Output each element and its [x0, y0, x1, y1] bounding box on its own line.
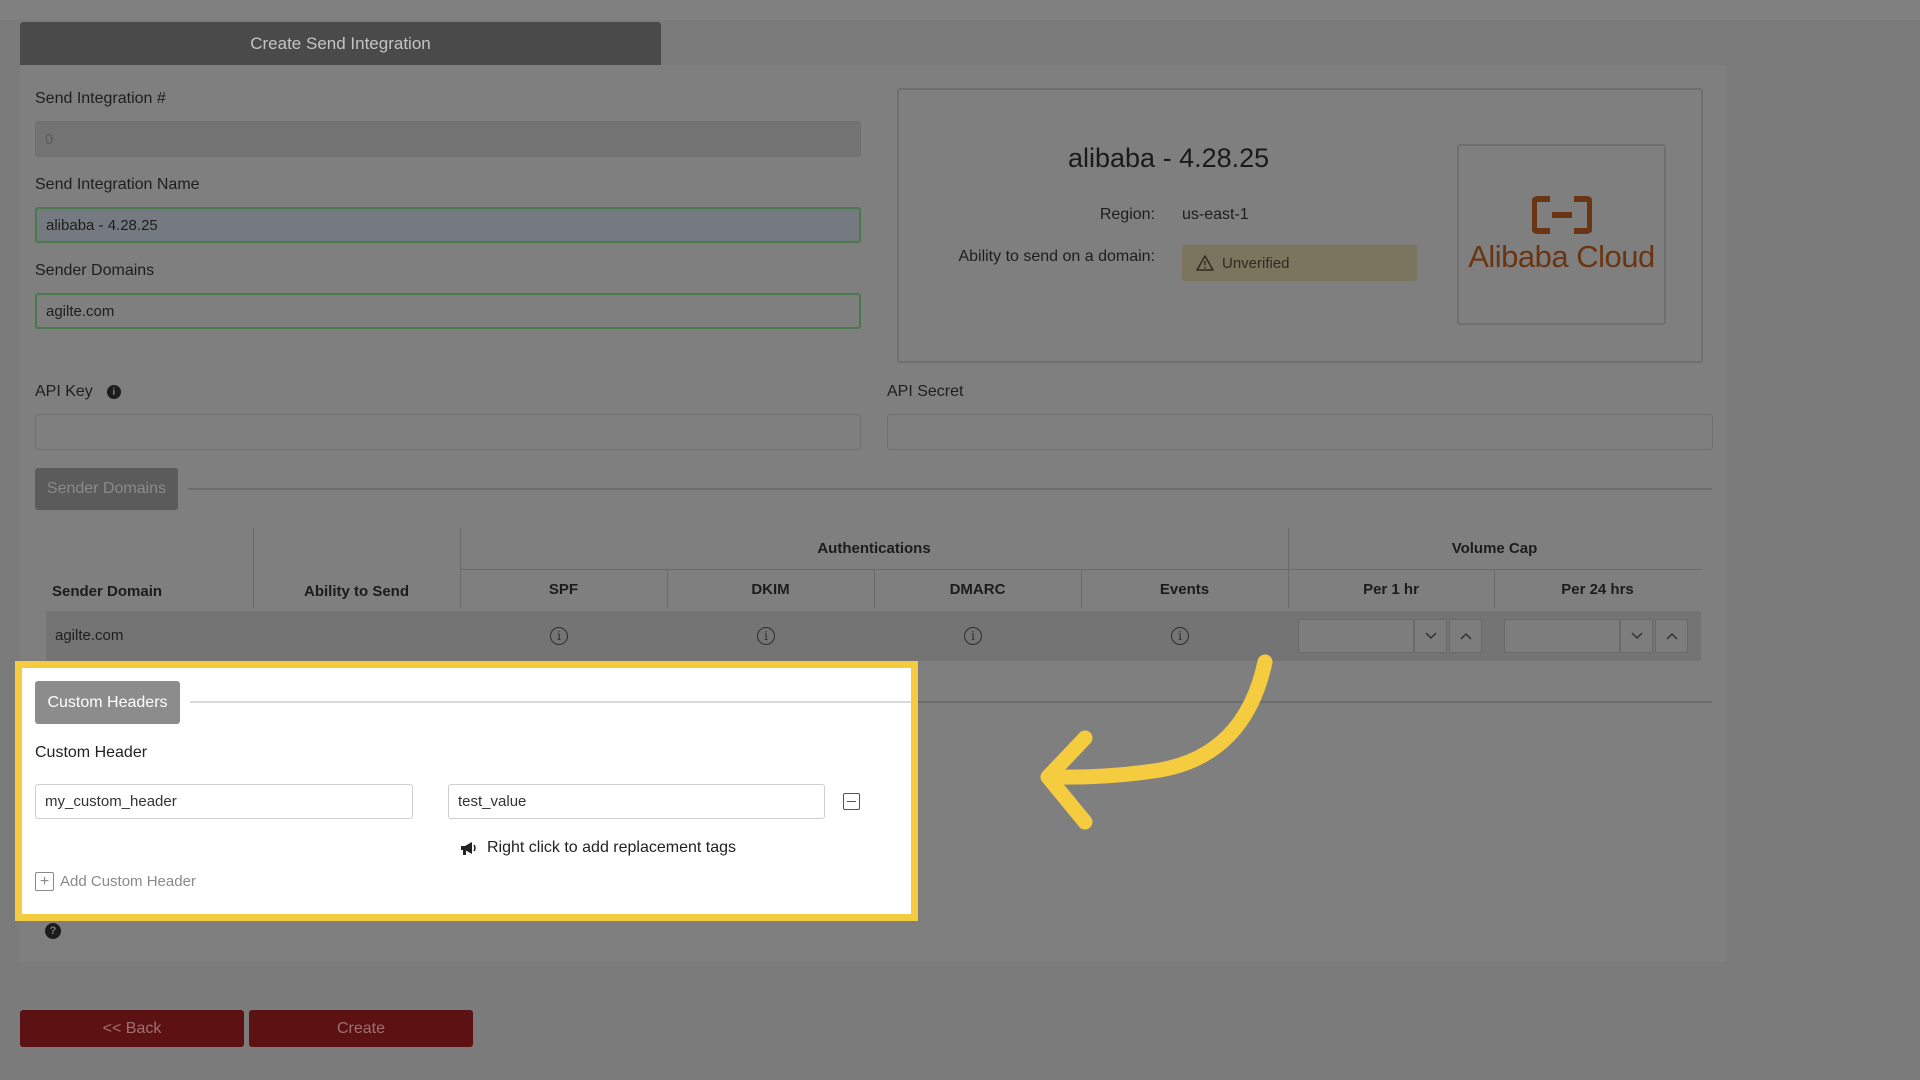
- custom-headers-section-button[interactable]: Custom Headers: [35, 681, 180, 724]
- col-dmarc: DMARC: [949, 581, 1006, 598]
- per-24-hrs-input[interactable]: [1504, 619, 1620, 653]
- chevron-down-icon[interactable]: [1620, 619, 1653, 653]
- integration-number-label: Send Integration #: [35, 90, 166, 107]
- table-divider: [460, 569, 1701, 570]
- dkim-info-icon[interactable]: i: [757, 627, 775, 645]
- api-key-label: API Key: [35, 383, 93, 400]
- col-sender-domain: Sender Domain: [52, 583, 163, 600]
- col-per-1-hr: Per 1 hr: [1363, 581, 1419, 598]
- alibaba-cloud-logo-icon: [1531, 195, 1592, 234]
- spf-info-icon[interactable]: i: [550, 627, 568, 645]
- sender-domains-section-button[interactable]: Sender Domains: [35, 468, 178, 510]
- integration-number-field: 0: [35, 121, 861, 157]
- api-key-label-wrap: API Key i: [35, 383, 121, 401]
- replacement-tags-hint: Right click to add replacement tags: [459, 839, 736, 857]
- provider-logo: Alibaba Cloud: [1457, 144, 1666, 325]
- back-button[interactable]: << Back: [20, 1010, 244, 1047]
- create-button[interactable]: Create: [249, 1010, 473, 1047]
- col-spf: SPF: [548, 581, 579, 598]
- col-events: Events: [1159, 581, 1210, 598]
- chevron-up-icon[interactable]: [1449, 619, 1482, 653]
- tab-create-send-integration[interactable]: Create Send Integration: [20, 22, 661, 65]
- dmarc-info-icon[interactable]: i: [964, 627, 982, 645]
- api-key-input[interactable]: [35, 414, 861, 450]
- ability-label: Ability to send on a domain:: [958, 248, 1155, 265]
- custom-headers-divider: [190, 701, 911, 703]
- warning-icon: [1196, 255, 1214, 271]
- status-badge: Unverified: [1182, 245, 1417, 281]
- col-dkim: DKIM: [751, 581, 790, 598]
- hint-text: Right click to add replacement tags: [487, 839, 737, 856]
- custom-header-value-input[interactable]: test_value: [448, 784, 825, 819]
- custom-header-name-input[interactable]: my_custom_header: [35, 784, 413, 819]
- arrow-annotation-icon: [1040, 654, 1273, 830]
- region-value: us-east-1: [1182, 206, 1249, 223]
- minus-icon: [847, 800, 856, 803]
- megaphone-icon: [461, 842, 476, 855]
- group-authentications: Authentications: [817, 540, 931, 557]
- events-info-icon[interactable]: i: [1171, 627, 1189, 645]
- row-domain: agilte.com: [55, 627, 124, 644]
- chevron-up-icon[interactable]: [1655, 619, 1688, 653]
- per-1-hr-input[interactable]: [1298, 619, 1414, 653]
- integration-name-input[interactable]: alibaba - 4.28.25: [35, 207, 861, 243]
- add-custom-header-label: Add Custom Header: [60, 873, 196, 890]
- info-icon[interactable]: i: [106, 385, 121, 399]
- sender-domains-input[interactable]: agilte.com: [35, 293, 861, 329]
- chevron-down-icon[interactable]: [1414, 619, 1447, 653]
- integration-name-label: Send Integration Name: [35, 176, 200, 193]
- card-title: alibaba - 4.28.25: [1068, 143, 1270, 173]
- status-badge-text: Unverified: [1222, 254, 1290, 272]
- group-volume-cap: Volume Cap: [1451, 540, 1538, 557]
- logo-text: Alibaba Cloud: [1468, 238, 1655, 274]
- top-strip: [0, 0, 1920, 20]
- remove-header-button[interactable]: [843, 793, 860, 810]
- plus-icon: +: [35, 872, 54, 891]
- add-custom-header-button[interactable]: + Add Custom Header: [35, 872, 196, 891]
- section-divider: [188, 488, 1712, 490]
- col-per-24-hrs: Per 24 hrs: [1561, 581, 1634, 598]
- custom-header-label: Custom Header: [35, 744, 148, 761]
- region-label: Region:: [1099, 206, 1155, 223]
- sender-domains-label: Sender Domains: [35, 262, 155, 279]
- api-secret-input[interactable]: [887, 414, 1713, 450]
- help-icon[interactable]: ?: [45, 923, 61, 939]
- api-secret-label: API Secret: [887, 383, 964, 400]
- col-ability-to-send: Ability to Send: [304, 583, 409, 600]
